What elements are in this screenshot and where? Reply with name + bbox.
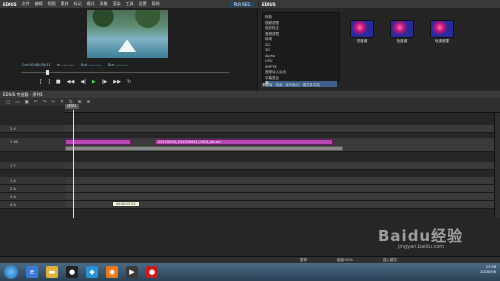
firefox-icon[interactable]: ◉ (106, 266, 118, 278)
timecode-out: Out --:--:--:-- (80, 63, 102, 67)
start-button[interactable] (4, 265, 18, 279)
tab-source-browser[interactable]: 源文件浏览 (303, 83, 321, 88)
new-sequence-icon[interactable]: □ (6, 100, 10, 105)
baidu-watermark-url: jingyan.baidu.com (398, 244, 445, 250)
timeline-scrollbar[interactable] (494, 113, 500, 218)
track-headers: 2 V 1 VA 1 T 1 A 2 A 3 A 4 A (0, 113, 65, 218)
timecode-dur: Dur --:--:--:-- (107, 63, 129, 67)
undo-icon[interactable]: ↶ (34, 100, 38, 105)
tab-markers[interactable]: 序列标记 (286, 83, 300, 88)
menu-clip[interactable]: 素材 (61, 1, 69, 7)
effect-chroma-key[interactable]: 色度键 (390, 20, 414, 44)
track-header-t1[interactable]: 1 T (0, 162, 65, 170)
menu-tools[interactable]: 工具 (126, 1, 134, 7)
stop-icon[interactable]: ■ (56, 79, 61, 85)
track-header-a3[interactable]: 3 A (0, 193, 65, 201)
effect-thumb (350, 20, 374, 38)
windows-taskbar: e ▬ ● ◆ ◉ ▶ ● 23:36 2018/9/6 (0, 263, 500, 281)
scrub-bar[interactable] (20, 70, 230, 75)
player-menubar: EDIUS 文件 编辑 视图 素材 标记 模式 采集 渲染 工具 设置 帮助 (0, 0, 258, 8)
record-icon[interactable]: ● (146, 266, 158, 278)
effect-luma-key[interactable]: 亮度键 (350, 20, 374, 44)
edius-taskbar-icon[interactable]: ▶ (126, 266, 138, 278)
play-icon[interactable]: ▶ (92, 79, 96, 85)
effects-tree: 特效 视频滤镜 色彩校正 音频滤镜 转场 2D 3D Alpha GPU SMP… (262, 12, 340, 87)
rewind-icon[interactable]: ◀◀ (67, 79, 75, 85)
timeline-title: EDIUS 专业版 - 序列1 (3, 91, 44, 97)
open-icon[interactable]: ▭ (15, 100, 19, 105)
effect-thumb (390, 20, 414, 38)
transport-controls: [ ] ■ ◀◀ ◀| ▶ |▶ ▶▶ ↻ (40, 78, 220, 86)
track-a1[interactable] (65, 177, 494, 185)
timecode-in: In --:--:--:-- (56, 63, 75, 67)
track-a3[interactable] (65, 193, 494, 201)
timeline-cursor[interactable] (73, 110, 74, 218)
ie-icon[interactable]: e (26, 266, 38, 278)
plr-rec-badge[interactable]: PLR REC (230, 2, 254, 7)
track-a2[interactable] (65, 185, 494, 193)
mark-in-icon[interactable]: [ (40, 79, 42, 85)
app-logo: EDIUS (3, 1, 17, 7)
step-back-icon[interactable]: ◀| (80, 79, 86, 85)
effect-label: 亮度键 (356, 39, 368, 43)
loop-icon[interactable]: ↻ (127, 79, 131, 85)
save-icon[interactable]: ▣ (25, 100, 29, 105)
status-disk: 磁盘:59% (337, 257, 353, 262)
track-t1[interactable] (65, 162, 494, 170)
effect-thumb (430, 20, 454, 38)
status-bar: 暂停 磁盘:59% 插入模式 (0, 256, 500, 263)
preview-boat (118, 39, 136, 52)
clip-b[interactable]: 20170294_141150441_0924_a0.avi (155, 139, 333, 145)
chat-icon[interactable]: ◆ (86, 266, 98, 278)
track-v2[interactable] (65, 125, 494, 133)
effect-label: 轨道遮罩 (435, 39, 449, 43)
track-header-v2[interactable]: 2 V (0, 125, 65, 133)
clip-a[interactable] (65, 139, 131, 145)
clip-audio-link[interactable] (65, 146, 343, 151)
track-header-va1[interactable]: 1 VA (0, 138, 65, 152)
effect-track-matte[interactable]: 轨道遮罩 (430, 20, 454, 44)
track-header-a2[interactable]: 2 A (0, 185, 65, 193)
effects-footer-tabs: 素材库 特效 序列标记 源文件浏览 (262, 82, 340, 89)
baidu-watermark: Baidu经验 (378, 227, 464, 245)
delete-icon[interactable]: ✕ (60, 100, 64, 105)
track-va1[interactable]: 20170294_141150441_0924_a0.avi (65, 138, 494, 152)
menu-view[interactable]: 视图 (48, 1, 56, 7)
effect-label: 色度键 (396, 39, 408, 43)
track-header-a1[interactable]: 1 A (0, 177, 65, 185)
timeline-titlebar: EDIUS 专业版 - 序列1 (0, 91, 500, 98)
effects-titlebar: EDIUS (259, 0, 500, 8)
menu-help[interactable]: 帮助 (152, 1, 160, 7)
timecode-cur: Cur 00:00:05:21 (22, 63, 51, 67)
system-clock[interactable]: 23:36 2018/9/6 (480, 265, 496, 275)
status-mode: 插入模式 (382, 257, 397, 262)
tab-effects[interactable]: 特效 (276, 83, 283, 88)
step-forward-icon[interactable]: |▶ (102, 79, 108, 85)
tab-bin[interactable]: 素材库 (262, 83, 273, 88)
cut-icon[interactable]: ✂ (51, 100, 55, 105)
scrub-knob[interactable] (46, 70, 49, 75)
video-preview (87, 10, 168, 58)
track-header-a4[interactable]: 4 A (0, 201, 65, 209)
clock-date: 2018/9/6 (480, 270, 496, 274)
status-pause: 暂停 (300, 257, 307, 262)
timeline-ruler[interactable] (65, 106, 500, 113)
redo-icon[interactable]: ↷ (43, 100, 47, 105)
menu-capture[interactable]: 采集 (100, 1, 108, 7)
tab-sequence[interactable]: 序列1 (65, 104, 79, 109)
menu-mode[interactable]: 模式 (87, 1, 95, 7)
fast-forward-icon[interactable]: ▶▶ (113, 79, 121, 85)
menu-edit[interactable]: 编辑 (35, 1, 43, 7)
folder-icon[interactable]: ▬ (46, 266, 58, 278)
menu-settings[interactable]: 设置 (139, 1, 147, 7)
zoom-icon[interactable]: ⊕ (86, 100, 90, 105)
menu-file[interactable]: 文件 (22, 1, 30, 7)
mark-out-icon[interactable]: ] (48, 79, 50, 85)
qq-icon[interactable]: ● (66, 266, 78, 278)
menu-render[interactable]: 渲染 (113, 1, 121, 7)
menu-mark[interactable]: 标记 (74, 1, 82, 7)
preview-trees (87, 10, 168, 32)
timecode-tooltip: 00:00:07:12 (112, 201, 140, 207)
timecode-row: Cur 00:00:05:21 In --:--:--:-- Out --:--… (0, 61, 258, 69)
